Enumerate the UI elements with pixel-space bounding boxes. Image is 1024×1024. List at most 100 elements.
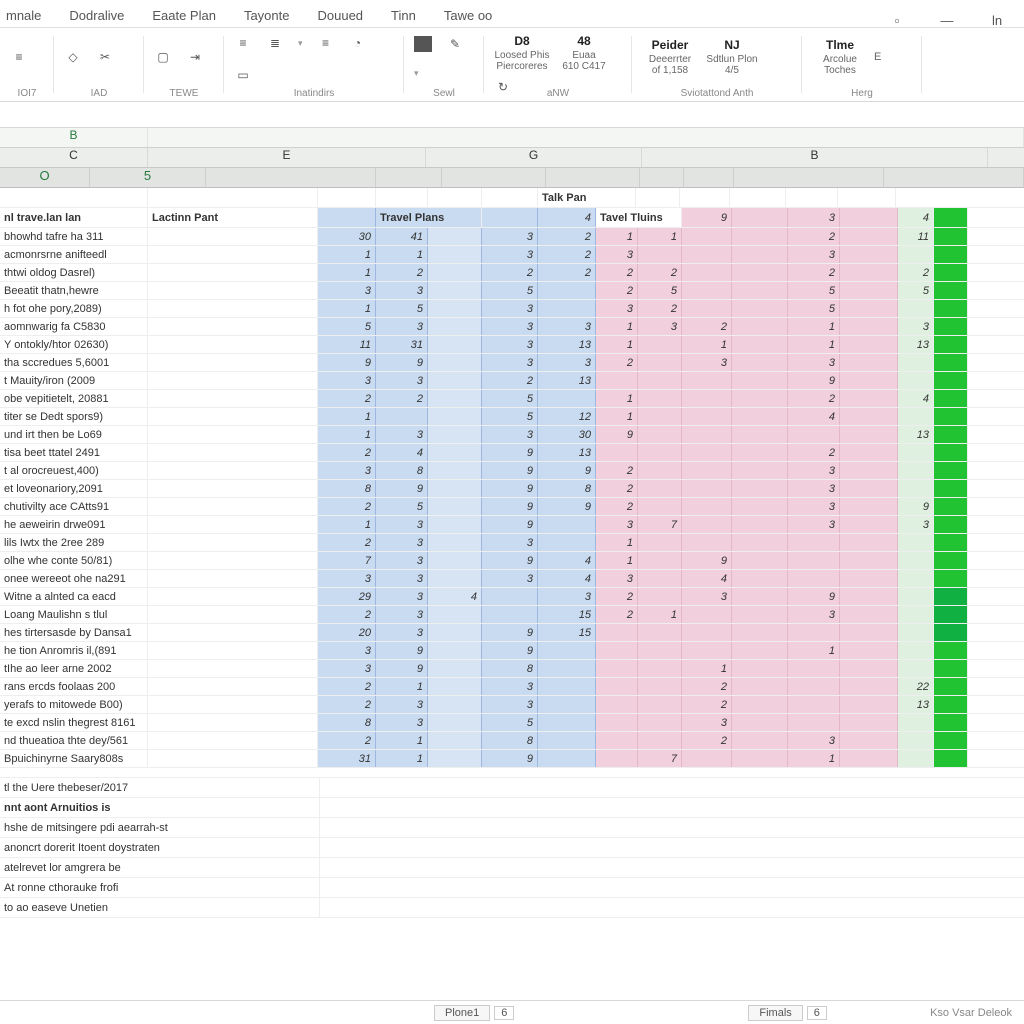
fill-icon[interactable] bbox=[414, 36, 432, 52]
row-label: atelrevet lor amgrera be bbox=[0, 858, 320, 877]
data-row[interactable]: h fot ohe pory,2089)153325 bbox=[0, 300, 1024, 318]
section-header: Lactinn Pant bbox=[148, 208, 318, 227]
col-header-3[interactable]: O 5 bbox=[0, 168, 1024, 188]
tab-insert[interactable]: Eaate Plan bbox=[152, 4, 216, 27]
row-label: Loang Maulishn s tlul bbox=[0, 606, 148, 623]
section-header: Talk Pan bbox=[538, 188, 636, 207]
spreadsheet-grid[interactable]: Talk Pan nl trave.lan lan Lactinn Pant T… bbox=[0, 188, 1024, 940]
data-row[interactable]: tha sccredues 5,60019933233 bbox=[0, 354, 1024, 372]
data-row[interactable]: Loang Maulishn s tlul2315213 bbox=[0, 606, 1024, 624]
align-left-icon[interactable]: ≡ bbox=[10, 48, 28, 66]
data-row[interactable]: tisa beet ttatel 2491249132 bbox=[0, 444, 1024, 462]
sheet-tab[interactable]: Plone1 bbox=[434, 1005, 490, 1021]
data-row[interactable]: Witne a alnted ca eacd29343239 bbox=[0, 588, 1024, 606]
tab-file[interactable]: mnale bbox=[6, 4, 41, 27]
row-label: Y ontokly/htor 02630) bbox=[0, 336, 148, 353]
data-row[interactable]: t Mauity/iron (2009332139 bbox=[0, 372, 1024, 390]
row-label: hes tirtersasde by Dansa1 bbox=[0, 624, 148, 641]
data-row[interactable]: lils Iwtx the 2ree 2892331 bbox=[0, 534, 1024, 552]
clipboard-icon[interactable]: ▢ bbox=[154, 48, 172, 66]
tab-home[interactable]: Dodralive bbox=[69, 4, 124, 27]
data-row[interactable]: Bpuichinyrne Saary808s311971 bbox=[0, 750, 1024, 768]
row-label: tha sccredues 5,6001 bbox=[0, 354, 148, 371]
ribbon-big-1[interactable]: D8 Loosed PhisPiercoreres bbox=[494, 34, 550, 72]
data-row[interactable]: und irt then be Lo6913330913 bbox=[0, 426, 1024, 444]
data-row[interactable]: bhowhd tafre ha 31130413211211 bbox=[0, 228, 1024, 246]
ribbon-big-5[interactable]: Tlme ArcolueToches bbox=[812, 38, 868, 76]
data-row[interactable]: tIhe ao leer arne 20023981 bbox=[0, 660, 1024, 678]
data-row[interactable]: te excd nslin thegrest 81618353 bbox=[0, 714, 1024, 732]
section-header: Travel Plans bbox=[376, 208, 482, 227]
group-label: IAD bbox=[64, 88, 134, 99]
group-label: aNW bbox=[494, 88, 622, 99]
row-label: At ronne cthorauke frofi bbox=[0, 878, 320, 897]
group-label: Inatindirs bbox=[234, 88, 394, 99]
row-label: Beeatit thatn,hewre bbox=[0, 282, 148, 299]
data-row[interactable]: et loveonariory,2091899823 bbox=[0, 480, 1024, 498]
row-label: chutivilty ace CAtts91 bbox=[0, 498, 148, 515]
tab-layout[interactable]: Tayonte bbox=[244, 4, 290, 27]
format-painter-icon[interactable]: ✎ bbox=[446, 35, 464, 53]
row-label: tIhe ao leer arne 2002 bbox=[0, 660, 148, 677]
data-row[interactable]: rans ercds foolaas 200213222 bbox=[0, 678, 1024, 696]
scissors-icon[interactable]: ✂ bbox=[96, 48, 114, 66]
maximize-icon[interactable]: ln bbox=[986, 13, 1008, 27]
ribbon-tabs: mnale Dodralive Eaate Plan Tayonte Douue… bbox=[0, 0, 1024, 28]
text-row[interactable] bbox=[0, 768, 1024, 778]
data-row[interactable]: he aeweirin drwe0911393733 bbox=[0, 516, 1024, 534]
data-row[interactable]: hes tirtersasde by Dansa1203915 bbox=[0, 624, 1024, 642]
row-label: tl the Uere thebeser/2017 bbox=[0, 778, 320, 797]
data-row[interactable]: acmonrsrne anifteedl113233 bbox=[0, 246, 1024, 264]
data-row[interactable]: olhe whe conte 50/81)739419 bbox=[0, 552, 1024, 570]
row-label: onee wereeot ohe na291 bbox=[0, 570, 148, 587]
tab-review[interactable]: Tinn bbox=[391, 4, 416, 27]
row-label: Bpuichinyrne Saary808s bbox=[0, 750, 148, 767]
data-row[interactable]: nd thueatioa thte dey/56121823 bbox=[0, 732, 1024, 750]
ribbon: ≡ IOI7 ◇ ✂ IAD ▢ ⇥ TEWE ≡ ≣ ▾ ≡ ◔ ▭ Inat… bbox=[0, 28, 1024, 102]
status-value: 6 bbox=[807, 1006, 827, 1020]
diamond-icon[interactable]: ◇ bbox=[64, 48, 82, 66]
data-row[interactable]: aomnwarig fa C5830533313213 bbox=[0, 318, 1024, 336]
status-value: 6 bbox=[494, 1006, 514, 1020]
paint-icon[interactable]: ◔ bbox=[349, 34, 367, 52]
row-label: rans ercds foolaas 200 bbox=[0, 678, 148, 695]
align-left-icon[interactable]: ≡ bbox=[234, 34, 252, 52]
sheet-tab[interactable]: Fimals bbox=[748, 1005, 802, 1021]
row-label: t al orocreuest,400) bbox=[0, 462, 148, 479]
row-label: acmonrsrne anifteedl bbox=[0, 246, 148, 263]
data-row[interactable]: he tion Anromris il,(8913991 bbox=[0, 642, 1024, 660]
row-label: aomnwarig fa C5830 bbox=[0, 318, 148, 335]
minimize-icon[interactable]: — bbox=[936, 13, 958, 27]
formula-bar[interactable] bbox=[0, 102, 1024, 128]
status-right: Kso Vsar Deleok bbox=[930, 1007, 1012, 1019]
group-label: Sewl bbox=[414, 88, 474, 99]
row-label: nnt aont Arnuitios is bbox=[0, 798, 320, 817]
data-row[interactable]: chutivilty ace CAtts912599239 bbox=[0, 498, 1024, 516]
data-row[interactable]: yerafs to mitowede B00)233213 bbox=[0, 696, 1024, 714]
indent-icon[interactable]: ⇥ bbox=[186, 48, 204, 66]
data-row[interactable]: onee wereeot ohe na291333434 bbox=[0, 570, 1024, 588]
data-row[interactable]: t al orocreuest,400)389923 bbox=[0, 462, 1024, 480]
align-justify-icon[interactable]: ≡ bbox=[317, 34, 335, 52]
tab-data[interactable]: Douued bbox=[318, 4, 364, 27]
ribbon-big-2[interactable]: 48 Euaa610 C417 bbox=[556, 34, 612, 72]
row-label: et loveonariory,2091 bbox=[0, 480, 148, 497]
ribbon-big-4[interactable]: NJ Sdtlun Plon4/5 bbox=[704, 38, 760, 76]
group-label: IOI7 bbox=[10, 88, 44, 99]
ribbon-big-3[interactable]: Peider Deeerrterof 1,158 bbox=[642, 38, 698, 76]
row-label: thtwi oldog Dasrel) bbox=[0, 264, 148, 281]
align-center-icon[interactable]: ≣ bbox=[266, 34, 284, 52]
row-label: tisa beet ttatel 2491 bbox=[0, 444, 148, 461]
data-row[interactable]: titer se Dedt spors9)151214 bbox=[0, 408, 1024, 426]
row-label: nd thueatioa thte dey/561 bbox=[0, 732, 148, 749]
data-row[interactable]: Beeatit thatn,hewre3352555 bbox=[0, 282, 1024, 300]
data-row[interactable]: thtwi oldog Dasrel)12222222 bbox=[0, 264, 1024, 282]
tab-view[interactable]: Tawe oo bbox=[444, 4, 492, 27]
window-btn-icon[interactable]: ▫ bbox=[886, 13, 908, 27]
status-bar: Plone1 6 Fimals 6 Kso Vsar Deleok bbox=[0, 1000, 1024, 1024]
data-row[interactable]: obe vepitietelt, 20881225124 bbox=[0, 390, 1024, 408]
data-row[interactable]: Y ontokly/htor 02630)113131311113 bbox=[0, 336, 1024, 354]
row-label: hshe de mitsingere pdi aearrah-st bbox=[0, 818, 320, 837]
eraser-icon[interactable]: ▭ bbox=[234, 66, 252, 84]
row-label: anoncrt dorerit Itoent doystraten bbox=[0, 838, 320, 857]
